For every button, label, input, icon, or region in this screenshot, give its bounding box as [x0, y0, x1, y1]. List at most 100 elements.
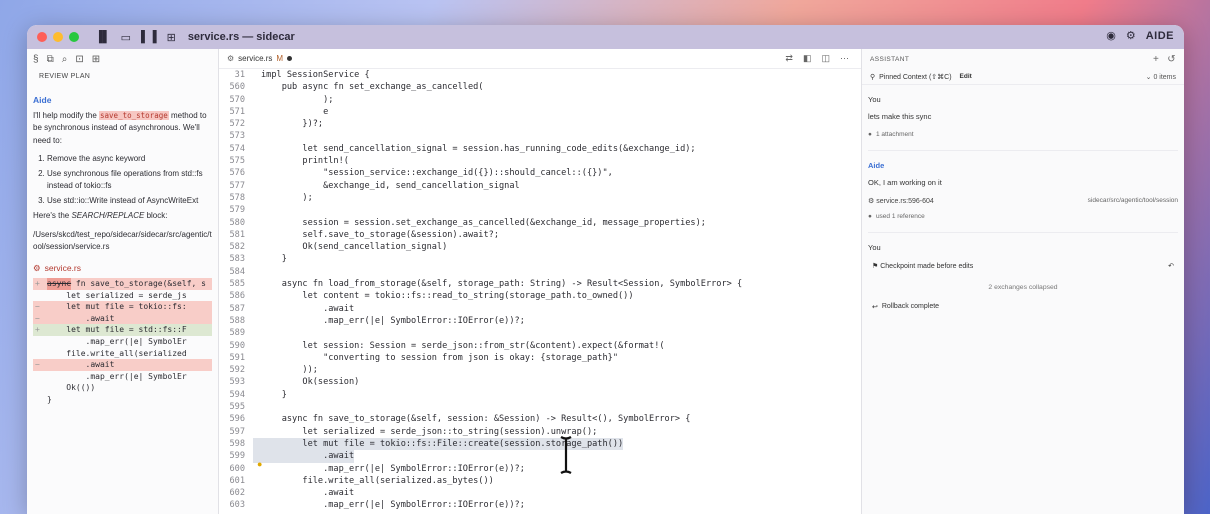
code-line[interactable]: 572 })?; [219, 118, 861, 130]
line-number: 597 [229, 426, 245, 437]
code-line[interactable]: 591 "converting to session from json is … [219, 352, 861, 364]
code-line[interactable]: 590 let session: Session = serde_json::f… [219, 340, 861, 352]
rust-file-icon: ⚙ [868, 198, 877, 205]
code-line[interactable]: 595 [219, 401, 861, 413]
line-number: 579 [229, 205, 245, 216]
code-line[interactable]: 587 .await [219, 303, 861, 315]
code-line[interactable]: 602 .await [219, 487, 861, 499]
line-number: 581 [229, 229, 245, 240]
code-line[interactable]: 600 .map_err(|e| SymbolError::IOError(e)… [219, 463, 861, 475]
diff-code: let mut file = std::fs::F [47, 325, 187, 335]
review-plan-header: REVIEW PLAN [39, 73, 91, 80]
code-line[interactable]: 560 pub async fn set_exchange_as_cancell… [219, 81, 861, 93]
code-line[interactable]: 588 .map_err(|e| SymbolError::IOError(e)… [219, 315, 861, 327]
code-line[interactable]: 582 Ok(send_cancellation_signal) [219, 241, 861, 253]
code-line[interactable]: 570 ); [219, 94, 861, 106]
diff-line: + let mut file = std::fs::F [33, 324, 212, 336]
diff-code: .await [47, 313, 115, 323]
line-text [253, 327, 261, 339]
line-number: 598 [229, 438, 245, 449]
new-chat-plus-icon[interactable]: + [1153, 54, 1159, 65]
layout-icon[interactable]: ⊞ [167, 31, 176, 44]
used-reference-chip[interactable]: ● used 1 reference [868, 213, 1178, 220]
code-line[interactable]: 586 let content = tokio::fs::read_to_str… [219, 290, 861, 302]
line-text: .map_err(|e| SymbolError::IOError(e))?; [261, 463, 525, 474]
account-icon[interactable]: ◉ [1106, 29, 1116, 42]
preview-icon[interactable]: ◧ [803, 53, 812, 64]
source-control-icon[interactable]: § [33, 54, 39, 65]
code-line[interactable]: 596 async fn save_to_storage(&self, sess… [219, 413, 861, 425]
files-icon[interactable]: ⧉ [47, 54, 54, 65]
context-items-count[interactable]: ⌄ 0 items [1146, 73, 1176, 81]
code-line[interactable]: 576 "session_service::exchange_id({})::s… [219, 167, 861, 179]
toggle-right-sidebar-icon[interactable]: ▌▐ [141, 31, 157, 43]
maximize-window-button[interactable] [69, 32, 79, 42]
code-line[interactable]: 597 let serialized = serde_json::to_stri… [219, 426, 861, 438]
toggle-left-sidebar-icon[interactable]: ▐▌ [95, 31, 111, 43]
inline-code: save_to_storage [99, 110, 169, 120]
history-icon[interactable]: ↺ [1167, 54, 1176, 65]
line-number: 593 [229, 377, 245, 388]
diff-code: file.write_all(serialized [47, 348, 187, 358]
line-number: 570 [229, 94, 245, 105]
diff-gutter [33, 290, 47, 302]
lightbulb-icon[interactable]: ● [257, 459, 262, 469]
search-icon[interactable]: ⌕ [62, 54, 68, 65]
code-line[interactable]: 594 } [219, 389, 861, 401]
divider [868, 150, 1178, 151]
code-line[interactable]: 585 async fn load_from_storage(&self, st… [219, 278, 861, 290]
line-text: } [261, 254, 287, 265]
code-lines[interactable]: 31 impl SessionService {560 pub async fn … [219, 69, 861, 512]
settings-gear-icon[interactable]: ⚙ [1126, 29, 1136, 42]
plan-step: Use std::io::Write instead of AsyncWrite… [47, 195, 212, 208]
code-line[interactable]: 603 .map_err(|e| SymbolError::IOError(e)… [219, 499, 861, 511]
undo-icon[interactable]: ↶ [1168, 262, 1174, 270]
line-number: 572 [229, 119, 245, 130]
brand-label: AIDE [1145, 29, 1174, 42]
close-window-button[interactable] [37, 32, 47, 42]
toggle-panel-icon[interactable]: ▭ [121, 31, 131, 44]
line-number: 576 [229, 168, 245, 179]
code-line[interactable]: 592 )); [219, 364, 861, 376]
attachment-icon: ● [868, 131, 872, 138]
code-line[interactable]: 601 file.write_all(serialized.as_bytes()… [219, 475, 861, 487]
blocks-icon[interactable]: ⊞ [92, 54, 100, 65]
reference-row[interactable]: ⚙ service.rs:596-604 sidecar/src/agentic… [868, 197, 1178, 205]
line-number: 602 [229, 488, 245, 499]
diff-gutter [33, 348, 47, 360]
minimize-window-button[interactable] [53, 32, 63, 42]
more-actions-icon[interactable]: ⋯ [840, 53, 849, 64]
code-line[interactable]: 578 ); [219, 192, 861, 204]
attachment-chip[interactable]: ● 1 attachment [868, 131, 1178, 138]
edit-context-button[interactable]: Edit [960, 73, 972, 80]
code-line[interactable]: 599 .await [219, 450, 861, 463]
code-line[interactable]: 581 self.save_to_storage(&session).await… [219, 229, 861, 241]
editor-tab-service-rs[interactable]: ⚙ service.rs M [227, 54, 293, 63]
collapsed-exchanges[interactable]: 2 exchanges collapsed [868, 284, 1178, 291]
diff-line: let serialized = serde_js [33, 290, 212, 302]
code-line[interactable]: 598 let mut file = tokio::fs::File::crea… [219, 437, 861, 451]
code-line[interactable]: 577 &exchange_id, send_cancellation_sign… [219, 180, 861, 192]
code-line[interactable]: 593 Ok(session) [219, 376, 861, 388]
compare-icon[interactable]: ⇄ [785, 53, 793, 64]
text-cursor-icon [560, 436, 572, 474]
code-line[interactable]: 589 [219, 327, 861, 339]
diff-file-link[interactable]: ⚙ service.rs [33, 262, 212, 275]
unsaved-dot-icon [287, 56, 293, 61]
code-line[interactable]: 579 [219, 204, 861, 216]
code-line[interactable]: 573 [219, 130, 861, 142]
pinned-context-bar: ⚲ Pinned Context (⇧⌘C) Edit ⌄ 0 items [862, 69, 1184, 85]
diff-code: let serialized = serde_js [47, 290, 187, 300]
code-line[interactable]: 584 [219, 266, 861, 278]
code-line[interactable]: 571 e [219, 106, 861, 118]
line-number: 583 [229, 254, 245, 265]
rollback-icon: ↩ [872, 304, 878, 311]
extensions-icon[interactable]: ⊡ [75, 54, 83, 65]
code-line[interactable]: 31 impl SessionService { [219, 69, 861, 81]
code-line[interactable]: 580 session = session.set_exchange_as_ca… [219, 217, 861, 229]
code-line[interactable]: 574 let send_cancellation_signal = sessi… [219, 143, 861, 155]
line-text [253, 130, 261, 142]
code-line[interactable]: 575 println!( [219, 155, 861, 167]
split-editor-icon[interactable]: ◫ [821, 53, 830, 64]
code-line[interactable]: 583 } [219, 253, 861, 265]
